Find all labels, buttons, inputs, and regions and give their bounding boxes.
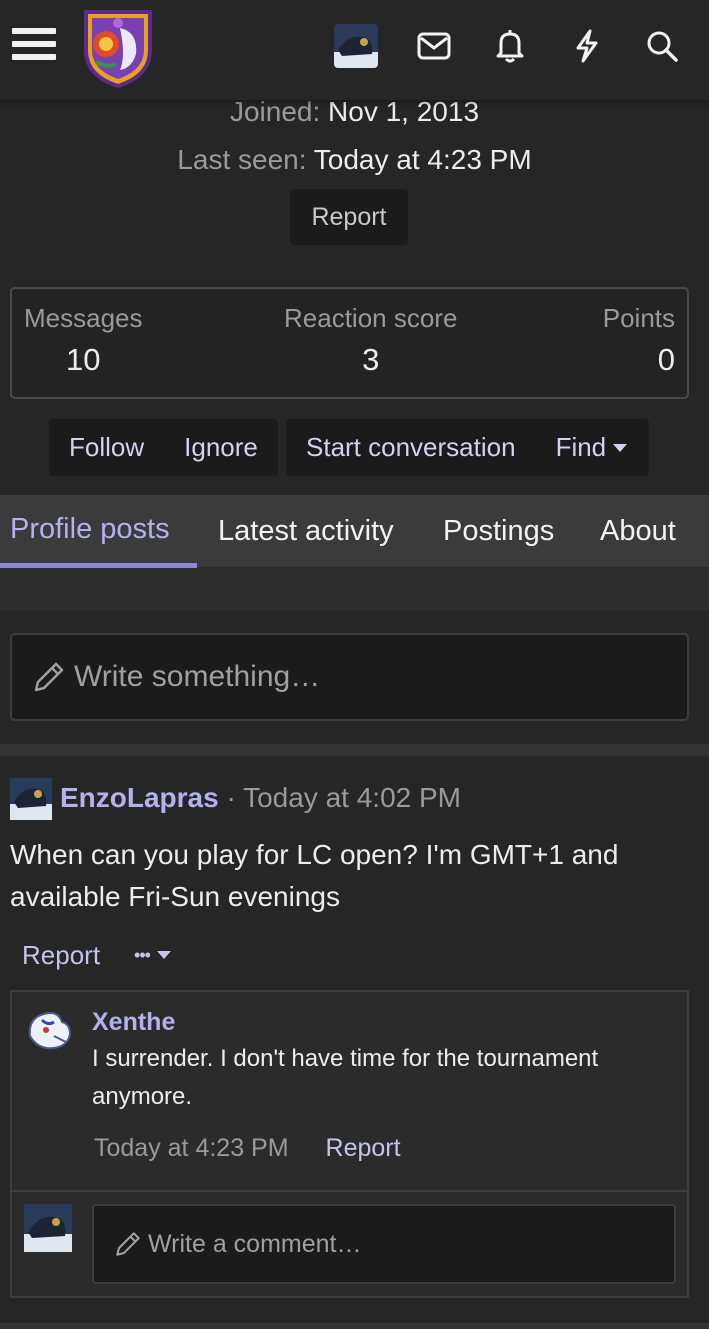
post-timestamp[interactable]: Today at 4:02 PM xyxy=(243,782,461,813)
conversation-find-group: Start conversation Find xyxy=(286,419,649,476)
ignore-button[interactable]: Ignore xyxy=(184,432,258,463)
avatar[interactable] xyxy=(24,1006,74,1052)
post-username[interactable]: EnzoLapras xyxy=(60,782,219,813)
joined-value: Nov 1, 2013 xyxy=(328,96,480,127)
comment-meta: Today at 4:23 PM Report xyxy=(94,1134,401,1163)
profile-post-composer: Write something… xyxy=(0,611,709,744)
comment-report-link[interactable]: Report xyxy=(326,1134,401,1162)
start-conversation-button[interactable]: Start conversation xyxy=(306,432,516,463)
comment-timestamp[interactable]: Today at 4:23 PM xyxy=(94,1134,289,1162)
top-bar xyxy=(0,0,709,100)
last-seen-value: Today at 4:23 PM xyxy=(313,144,532,175)
avatar xyxy=(24,1204,72,1252)
tab-about[interactable]: About xyxy=(600,495,676,567)
pencil-icon xyxy=(34,662,64,692)
site-logo[interactable] xyxy=(80,6,156,89)
stat-label: Points xyxy=(602,303,675,333)
caret-down-icon xyxy=(156,951,171,959)
search-icon[interactable] xyxy=(642,26,682,66)
tab-latest-activity[interactable]: Latest activity xyxy=(218,495,394,567)
last-seen-label: Last seen: xyxy=(177,144,307,175)
joined-label: Joined: xyxy=(229,96,321,127)
post-actions: Report ••• xyxy=(22,938,172,972)
post-report-link[interactable]: Report xyxy=(22,940,100,971)
stat-messages[interactable]: Messages 10 xyxy=(24,303,143,378)
write-comment-placeholder: Write a comment… xyxy=(148,1229,362,1258)
divider-band xyxy=(0,744,709,756)
comments-section: Xenthe I surrender. I don't have time fo… xyxy=(10,990,689,1298)
last-seen-line: Last seen: Today at 4:23 PM xyxy=(0,144,709,176)
post-header: EnzoLapras · Today at 4:02 PM xyxy=(60,782,461,814)
tab-profile-posts[interactable]: Profile posts xyxy=(0,495,197,568)
stat-value: 0 xyxy=(657,342,675,377)
write-comment-input[interactable]: Write a comment… xyxy=(92,1204,676,1284)
stat-points[interactable]: Points 0 xyxy=(603,303,675,378)
tab-postings[interactable]: Postings xyxy=(443,495,554,567)
find-dropdown[interactable]: Find xyxy=(556,432,629,463)
user-avatar[interactable] xyxy=(334,24,378,68)
report-profile-button[interactable]: Report xyxy=(290,189,408,245)
stat-value: 10 xyxy=(66,342,101,377)
profile-post: EnzoLapras · Today at 4:02 PM When can y… xyxy=(0,756,709,1323)
envelope-icon[interactable] xyxy=(414,26,454,66)
profile-header: Joined: Nov 1, 2013 Last seen: Today at … xyxy=(0,96,709,495)
comment-body: I surrender. I don't have time for the t… xyxy=(92,1045,599,1110)
avatar[interactable] xyxy=(10,778,52,820)
caret-down-icon xyxy=(613,443,628,452)
divider-band xyxy=(0,569,709,611)
pencil-icon xyxy=(116,1232,140,1256)
stats-panel: Messages 10 Reaction score 3 Points 0 xyxy=(10,287,689,399)
stat-reaction-score[interactable]: Reaction score 3 xyxy=(284,303,457,378)
follow-button[interactable]: Follow xyxy=(69,432,144,463)
bell-icon[interactable] xyxy=(490,26,530,66)
post-body: When can you play for LC open? I'm GMT+1… xyxy=(10,839,619,912)
divider xyxy=(12,1190,687,1192)
joined-line: Joined: Nov 1, 2013 xyxy=(0,96,709,128)
find-label: Find xyxy=(555,432,607,462)
stat-label: Messages xyxy=(24,303,143,333)
stat-value: 3 xyxy=(362,342,380,377)
more-dots-icon: ••• xyxy=(134,944,151,965)
more-options-menu[interactable]: ••• xyxy=(134,945,172,966)
write-something-input[interactable]: Write something… xyxy=(10,633,689,721)
bolt-icon[interactable] xyxy=(567,26,607,66)
profile-tabs: Profile posts Latest activity Postings A… xyxy=(0,495,709,569)
divider-band xyxy=(0,1323,709,1329)
follow-ignore-group: Follow Ignore xyxy=(49,419,278,476)
write-something-placeholder: Write something… xyxy=(74,660,321,693)
menu-icon[interactable] xyxy=(12,28,56,64)
separator: · xyxy=(226,782,236,813)
comment-username[interactable]: Xenthe xyxy=(92,1008,175,1037)
stat-label: Reaction score xyxy=(284,303,458,333)
